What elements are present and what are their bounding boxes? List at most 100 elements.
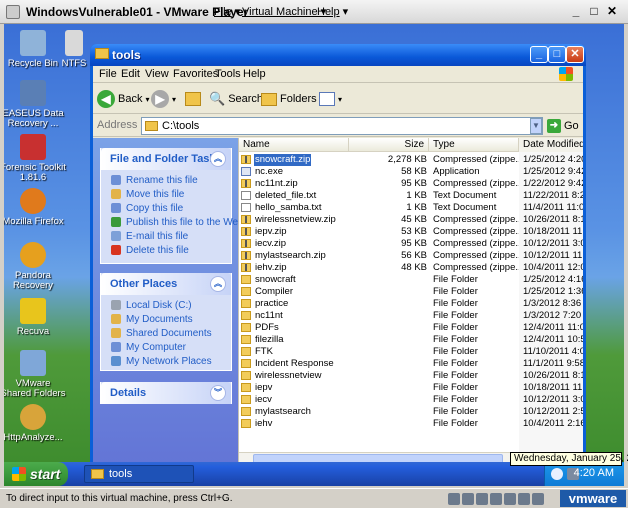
menu-file[interactable]: File	[99, 68, 117, 80]
place-item[interactable]: My Network Places	[101, 354, 231, 368]
vmware-maximize-button[interactable]: □	[586, 3, 602, 19]
file-row[interactable]: iepv File Folder 10/18/2011 11:54	[239, 382, 583, 394]
folders-button[interactable]: Folders	[261, 88, 317, 110]
task-item[interactable]: Publish this file to the Web	[101, 215, 244, 229]
task-item[interactable]: Copy this file	[101, 201, 231, 215]
search-button[interactable]: 🔍 Search	[209, 88, 263, 110]
menu-tools[interactable]: Tools	[215, 68, 241, 80]
forward-button[interactable]: ▶ ▾	[151, 88, 176, 110]
file-row[interactable]: Incident Response File Folder 11/1/2011 9:…	[239, 358, 583, 370]
file-name: practice	[255, 298, 289, 309]
place-item[interactable]: My Computer	[101, 340, 231, 354]
place-item[interactable]: My Documents	[101, 312, 231, 326]
message-icon[interactable]	[532, 493, 544, 505]
place-item[interactable]: Local Disk (C:)	[101, 298, 231, 312]
file-size: 45 KB	[401, 214, 427, 225]
desktop-icon-ntfs[interactable]: NTFS	[56, 30, 92, 69]
network-icon[interactable]	[490, 493, 502, 505]
file-row[interactable]: iehv File Folder 10/4/2011 2:16 PI	[239, 418, 583, 430]
menu-view[interactable]: View	[145, 68, 169, 80]
file-row[interactable]: wirelessnetview File Folder 10/26/2011 8:1…	[239, 370, 583, 382]
file-row[interactable]: practice File Folder 1/3/2012 8:36 PM	[239, 298, 583, 310]
file-row[interactable]: nc.exe 58 KB Application 1/25/2012 9:42 AM	[239, 166, 583, 178]
file-type: File Folder	[433, 274, 478, 285]
vmware-minimize-button[interactable]: _	[568, 3, 584, 19]
sound-icon[interactable]	[518, 493, 530, 505]
panel-title: File and Folder Tasks	[110, 153, 222, 165]
address-bar: Address C:\tools ▼ ➜ Go	[93, 115, 583, 137]
up-button[interactable]	[185, 88, 201, 110]
hard-disk-icon[interactable]	[448, 493, 460, 505]
file-row[interactable]: PDFs File Folder 12/4/2011 11:02 A	[239, 322, 583, 334]
desktop-icon-pandora[interactable]: Pandora Recovery	[4, 242, 66, 291]
collapse-chevron-icon[interactable]: ︽	[210, 151, 226, 167]
close-button[interactable]: ✕	[566, 46, 584, 63]
desktop-icon-httpanalyzer[interactable]: HttpAnalyze...	[4, 404, 66, 443]
folder-icon	[241, 395, 251, 404]
address-label: Address	[97, 119, 138, 131]
place-item[interactable]: Shared Documents	[101, 326, 231, 340]
file-row[interactable]: iecv File Folder 10/12/2011 3:08 F	[239, 394, 583, 406]
desktop-icon-easeus[interactable]: EASEUS Data Recovery ...	[4, 80, 66, 129]
file-row[interactable]: iecv.zip 95 KB Compressed (zippe... 10/12/2…	[239, 238, 583, 250]
collapse-chevron-icon[interactable]: ︽	[210, 276, 226, 292]
file-row[interactable]: snowcraft File Folder 1/25/2012 4:16 AI	[239, 274, 583, 286]
maximize-button[interactable]: □	[548, 46, 566, 63]
file-row[interactable]: nc11nt File Folder 1/3/2012 7:20 PM	[239, 310, 583, 322]
task-item[interactable]: Move this file	[101, 187, 231, 201]
panel-header[interactable]: File and Folder Tasks ︽	[101, 148, 231, 170]
clock[interactable]: 4:20 AM	[574, 467, 614, 479]
start-button[interactable]: start	[4, 462, 68, 486]
file-row[interactable]: mylastsearch.zip 56 KB Compressed (zippe..…	[239, 250, 583, 262]
taskbar-button-tools[interactable]: tools	[84, 465, 194, 483]
desktop-icon-vmware-shared[interactable]: VMware Shared Folders	[4, 350, 66, 399]
vmware-menu-file[interactable]: File ▾	[214, 5, 240, 18]
file-row[interactable]: filezilla File Folder 12/4/2011 10:54 A	[239, 334, 583, 346]
explorer-title-bar[interactable]: tools _ □ ✕	[90, 44, 586, 66]
file-row[interactable]: mylastsearch File Folder 10/12/2011 2:57 F	[239, 406, 583, 418]
desktop-icon-recuva[interactable]: Recuva	[4, 298, 66, 337]
file-date: 1/25/2012 9:42 AM	[523, 166, 583, 177]
task-item[interactable]: Rename this file	[101, 173, 231, 187]
panel-header[interactable]: Details ︾	[101, 382, 231, 404]
file-row[interactable]: iepv.zip 53 KB Compressed (zippe... 10/18/2…	[239, 226, 583, 238]
expand-chevron-icon[interactable]: ︾	[210, 385, 226, 401]
floppy-icon[interactable]	[476, 493, 488, 505]
menu-help[interactable]: Help	[243, 68, 266, 80]
file-row[interactable]: snowcraft.zip 2,278 KB Compressed (zippe..…	[239, 154, 583, 166]
file-row[interactable]: iehv.zip 48 KB Compressed (zippe... 10/4/20…	[239, 262, 583, 274]
column-size[interactable]: Size	[349, 138, 429, 152]
file-row[interactable]: FTK File Folder 11/10/2011 4:09 F	[239, 346, 583, 358]
desktop-icon-firefox[interactable]: Mozilla Firefox	[4, 188, 66, 227]
desktop-icon-ftk[interactable]: Forensic Toolkit 1.81.6	[4, 134, 66, 183]
go-button[interactable]: ➜ Go	[547, 118, 579, 134]
column-name[interactable]: Name	[239, 138, 349, 152]
file-row[interactable]: wirelessnetview.zip 45 KB Compressed (zipp…	[239, 214, 583, 226]
address-input[interactable]: C:\tools	[141, 117, 543, 135]
zip-file-icon	[241, 239, 251, 248]
task-item[interactable]: Delete this file	[101, 243, 231, 257]
file-row[interactable]: nc11nt.zip 95 KB Compressed (zippe... 1/22/…	[239, 178, 583, 190]
file-row[interactable]: hello_samba.txt 1 KB Text Document 11/4/201…	[239, 202, 583, 214]
address-dropdown-button[interactable]: ▼	[530, 118, 542, 134]
column-type[interactable]: Type	[429, 138, 519, 152]
minimize-button[interactable]: _	[530, 46, 548, 63]
views-button[interactable]: ▾	[319, 88, 342, 110]
back-button[interactable]: ◀ Back ▾	[97, 88, 149, 110]
vmware-close-button[interactable]: ✕	[604, 3, 620, 19]
date-tooltip: Wednesday, January 25, 2012	[510, 452, 628, 466]
vmware-menu-help[interactable]: Help ▾	[317, 5, 348, 18]
menu-edit[interactable]: Edit	[121, 68, 140, 80]
usb-icon[interactable]	[504, 493, 516, 505]
tray-chevron-icon[interactable]	[551, 468, 563, 480]
column-date-modified[interactable]: Date Modified	[519, 138, 583, 152]
vmware-logo-icon	[6, 5, 20, 19]
vmware-menu-virtual-machine[interactable]: Virtual Machine ▾	[242, 5, 326, 18]
file-row[interactable]: Compiler File Folder 1/25/2012 1:36 AI	[239, 286, 583, 298]
task-item[interactable]: E-mail this file	[101, 229, 231, 243]
file-row[interactable]: deleted_file.txt 1 KB Text Document 11/22/2…	[239, 190, 583, 202]
zip-file-icon	[241, 155, 251, 164]
panel-header[interactable]: Other Places ︽	[101, 273, 231, 295]
menu-favorites[interactable]: Favorites	[173, 68, 218, 80]
cd-drive-icon[interactable]	[462, 493, 474, 505]
